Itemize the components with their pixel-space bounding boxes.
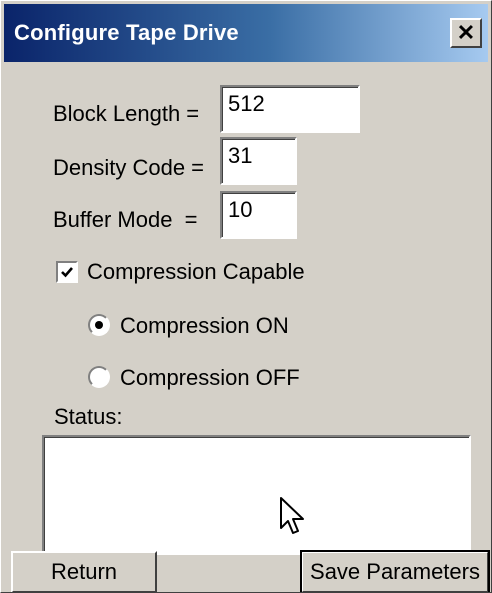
compression-off-label: Compression OFF <box>120 365 300 390</box>
mouse-pointer-icon <box>280 497 304 534</box>
block-length-input[interactable]: 512 <box>220 85 360 133</box>
block-length-label: Block Length = <box>53 101 200 126</box>
close-button[interactable]: ✕ <box>450 18 482 48</box>
checkmark-icon <box>61 267 73 278</box>
compression-off-radio[interactable] <box>88 366 110 388</box>
compression-capable-checkbox[interactable] <box>56 261 78 283</box>
title-bar[interactable]: Configure Tape Drive ✕ <box>4 4 488 62</box>
compression-on-label: Compression ON <box>120 313 289 338</box>
buffer-mode-input[interactable]: 10 <box>220 191 297 239</box>
close-icon: ✕ <box>456 20 476 45</box>
density-code-label: Density Code = <box>53 155 205 180</box>
radio-dot-icon <box>95 321 103 329</box>
compression-on-radio[interactable] <box>88 314 110 336</box>
density-code-input[interactable]: 31 <box>220 137 297 185</box>
return-button[interactable]: Return <box>11 551 157 592</box>
status-label: Status: <box>54 404 123 429</box>
status-textbox[interactable] <box>42 435 471 555</box>
dialog-title: Configure Tape Drive <box>14 20 239 45</box>
compression-capable-label: Compression Capable <box>87 259 305 284</box>
buffer-mode-label: Buffer Mode = <box>53 207 198 232</box>
save-parameters-button[interactable]: Save Parameters <box>300 550 490 592</box>
configure-tape-drive-dialog: Configure Tape Drive ✕ Block Length = 51… <box>0 0 492 593</box>
